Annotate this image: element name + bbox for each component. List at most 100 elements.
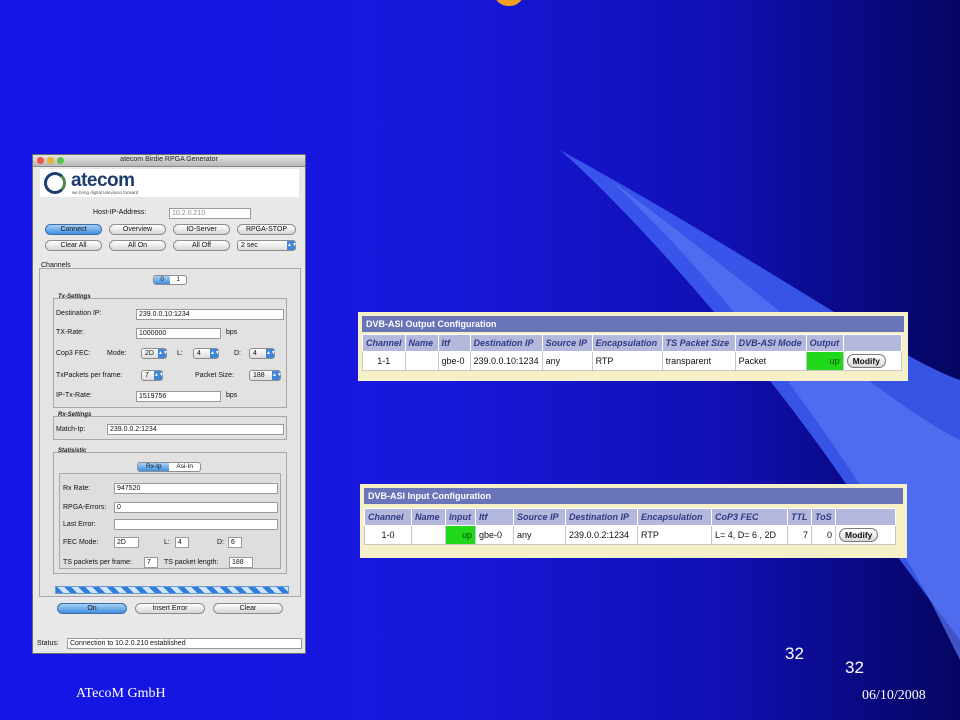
fec-d-stat-label: D: (217, 539, 224, 546)
clear-button[interactable]: Clear (213, 603, 283, 614)
ip-tx-rate-field[interactable]: 1519756 (136, 391, 221, 402)
slide-number-footer: 32 (845, 658, 864, 677)
select-arrows-icon: ▲▼ (210, 349, 220, 358)
select-arrows-icon: ▲▼ (154, 371, 164, 380)
ip-tx-rate-unit: bps (226, 392, 238, 399)
fec-d-select[interactable]: 4 ▲▼ (249, 348, 276, 359)
cell-encapsulation: RTP (591, 351, 663, 371)
packet-size-value: 188 (253, 372, 265, 379)
cell-name (404, 351, 439, 371)
tab-asi-in[interactable]: Asi-In (169, 463, 200, 471)
cell-action: Modify (835, 525, 896, 545)
channel-tabs: 0 1 (153, 275, 187, 285)
output-config-table: Channel Name Itf Destination IP Source I… (362, 334, 902, 371)
host-ip-field[interactable]: 10.2.0.210 (169, 208, 251, 219)
fec-mode-value: 2D (145, 350, 154, 357)
logo-tagline: we bring digital television forward (72, 190, 139, 195)
col-ttl: TTL (787, 508, 812, 526)
rpga-stop-button[interactable]: RPGA-STOP (237, 224, 296, 235)
select-arrows-icon: ▲▼ (266, 349, 276, 358)
modify-input-button[interactable]: Modify (839, 528, 879, 542)
tab-rx-ip[interactable]: Rx-Ip (138, 463, 170, 471)
cell-cop3-fec: L= 4, D= 6 , 2D (711, 525, 788, 545)
rx-rate-field: 947520 (114, 483, 278, 494)
interval-select[interactable]: 2 sec ▲▼ (237, 240, 297, 251)
cell-destination-ip: 239.0.0.2:1234 (565, 525, 638, 545)
destination-ip-field[interactable]: 239.0.0.10:1234 (136, 309, 284, 320)
ts-packet-length-label: TS packet length: (164, 559, 219, 566)
output-config-panel: DVB-ASI Output Configuration Channel Nam… (358, 312, 908, 381)
atecom-logo-icon (44, 172, 66, 194)
destination-ip-label: Destination IP: (56, 310, 102, 317)
connect-button[interactable]: Connect (45, 224, 102, 235)
status-label: Status: (37, 640, 59, 647)
col-name: Name (404, 334, 439, 352)
channel-tab-1[interactable]: 1 (170, 276, 186, 284)
cell-itf: gbe-0 (475, 525, 514, 545)
cell-destination-ip: 239.0.0.10:1234 (469, 351, 543, 371)
activity-progress-bar (55, 586, 289, 594)
col-cop3-fec: CoP3 FEC (711, 508, 788, 526)
overview-button[interactable]: Overview (109, 224, 166, 235)
host-ip-label: Host-IP-Address: (93, 209, 147, 216)
ts-packet-length-field: 188 (229, 557, 253, 568)
match-ip-label: Match-Ip: (56, 426, 86, 433)
table-row: 1-1 gbe-0 239.0.0.10:1234 any RTP transp… (362, 351, 902, 371)
fec-l-label: L: (177, 350, 183, 357)
col-encapsulation: Encapsulation (591, 334, 663, 352)
cell-encapsulation: RTP (637, 525, 712, 545)
window-titlebar: atecom Birdie RPGA Generator (33, 155, 305, 167)
ts-packets-per-frame-label: TS packets per frame: (63, 559, 132, 566)
fec-l-select[interactable]: 4 ▲▼ (193, 348, 220, 359)
window-title: atecom Birdie RPGA Generator (120, 156, 218, 163)
last-error-field (114, 519, 278, 530)
io-server-button[interactable]: IO-Server (173, 224, 230, 235)
fec-mode-label: Mode: (107, 350, 127, 357)
rx-settings-title: Rx-Settings (58, 412, 92, 418)
interval-value: 2 sec (241, 242, 258, 249)
fec-d-value: 4 (253, 350, 257, 357)
fec-mode-select[interactable]: 2D ▲▼ (141, 348, 168, 359)
cell-itf: gbe-0 (437, 351, 471, 371)
col-channel: Channel (362, 334, 406, 352)
tx-rate-label: TX-Rate: (56, 329, 85, 336)
channel-tab-0[interactable]: 0 (154, 276, 171, 284)
cell-dvb-asi-mode: Packet (734, 351, 807, 371)
select-arrows-icon: ▲▼ (158, 349, 168, 358)
col-encapsulation: Encapsulation (637, 508, 712, 526)
modify-output-button[interactable]: Modify (846, 354, 886, 368)
atecom-logo: atecom we bring digital television forwa… (40, 169, 299, 197)
col-action (842, 334, 902, 352)
rpga-generator-window: atecom Birdie RPGA Generator atecom we b… (32, 154, 306, 654)
select-arrows-icon: ▲▼ (272, 371, 282, 380)
status-field: Connection to 10.2.0.210 established (67, 638, 302, 649)
slide-number: 32 (785, 644, 804, 663)
match-ip-field[interactable]: 239.0.0.2:1234 (107, 424, 284, 435)
ip-tx-rate-label: IP-Tx-Rate: (56, 392, 92, 399)
output-status-badge: up (805, 351, 844, 371)
tx-packets-label: TxPackets per frame: (56, 372, 123, 379)
col-itf: Itf (437, 334, 471, 352)
col-channel: Channel (364, 508, 412, 526)
tx-rate-unit: bps (226, 329, 238, 336)
rpga-errors-field: 0 (114, 502, 278, 513)
all-off-button[interactable]: All Off (173, 240, 230, 251)
fec-l-value: 4 (197, 350, 201, 357)
all-on-button[interactable]: All On (109, 240, 166, 251)
logo-text: atecom (71, 170, 135, 191)
input-config-table: Channel Name Input Itf Source IP Destina… (364, 508, 896, 545)
insert-error-button[interactable]: Insert Error (135, 603, 205, 614)
rx-rate-label: Rx Rate: (63, 485, 91, 492)
cell-name (411, 525, 446, 545)
packet-size-select[interactable]: 188 ▲▼ (249, 370, 282, 381)
tx-packets-select[interactable]: 7 ▲▼ (141, 370, 164, 381)
select-arrows-icon: ▲▼ (287, 241, 297, 250)
col-action (835, 508, 896, 526)
statistic-tabs: Rx-Ip Asi-In (137, 462, 201, 472)
cop3-fec-label: Cop3 FEC: (56, 350, 91, 357)
clear-all-button[interactable]: Clear All (45, 240, 102, 251)
packet-size-label: Packet Size: (195, 372, 234, 379)
on-button[interactable]: On (57, 603, 127, 614)
cell-channel: 1-0 (364, 525, 412, 545)
tx-rate-field[interactable]: 1000000 (136, 328, 221, 339)
